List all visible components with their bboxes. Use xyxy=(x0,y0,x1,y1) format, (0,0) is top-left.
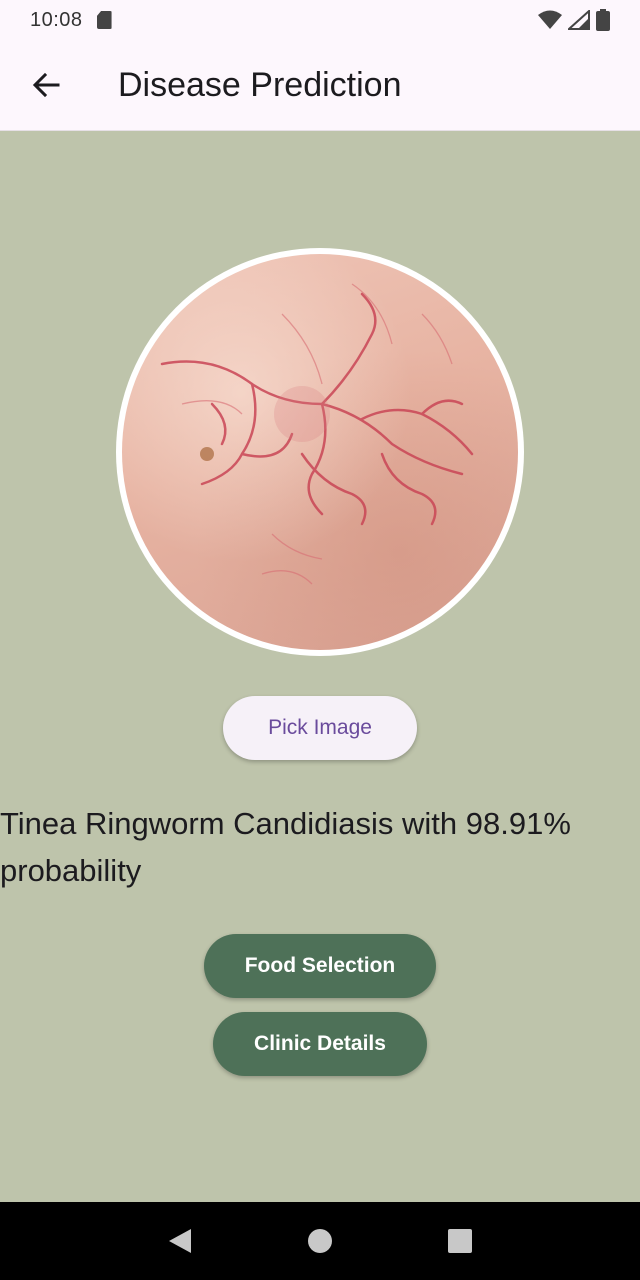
food-selection-button[interactable]: Food Selection xyxy=(204,934,436,998)
recents-square-icon xyxy=(448,1229,472,1253)
selected-skin-image xyxy=(122,254,518,650)
sd-card-icon xyxy=(96,11,112,29)
nav-recents-button[interactable] xyxy=(436,1217,484,1265)
signal-icon xyxy=(568,10,590,30)
nav-home-button[interactable] xyxy=(296,1217,344,1265)
prediction-result: Tinea Ringworm Candidiasis with 98.91% p… xyxy=(0,806,571,888)
status-icons xyxy=(538,9,610,31)
system-navigation-bar xyxy=(0,1202,640,1280)
pick-image-button[interactable]: Pick Image xyxy=(223,696,417,760)
status-bar: 10:08 xyxy=(0,0,640,40)
app-bar: Disease Prediction xyxy=(0,40,640,131)
clinic-details-button[interactable]: Clinic Details xyxy=(213,1012,427,1076)
battery-icon xyxy=(596,9,610,31)
nav-back-button[interactable] xyxy=(156,1217,204,1265)
wifi-icon xyxy=(538,10,562,29)
home-circle-icon xyxy=(308,1229,332,1253)
selected-image-frame xyxy=(116,248,524,656)
back-triangle-icon xyxy=(169,1229,191,1253)
arrow-left-icon xyxy=(32,72,60,98)
skin-veins-graphic xyxy=(160,283,474,585)
status-time: 10:08 xyxy=(30,8,83,31)
page-title: Disease Prediction xyxy=(118,65,402,104)
back-button[interactable] xyxy=(22,61,70,109)
